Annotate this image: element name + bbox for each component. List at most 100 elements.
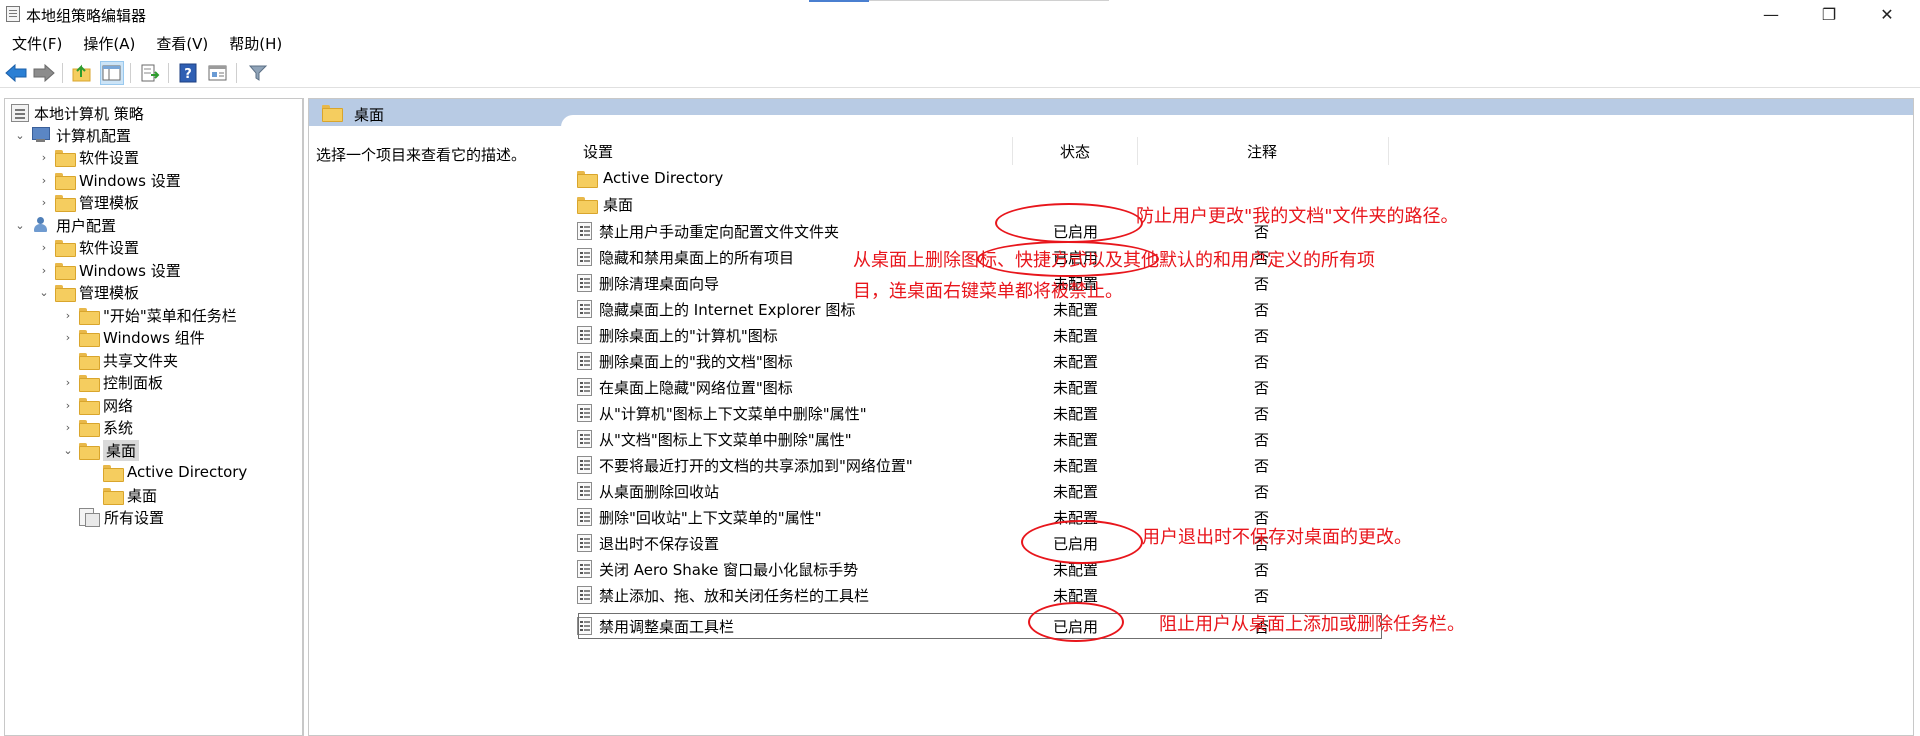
comment-cell: 否	[1254, 561, 1270, 579]
tree-item-shared-folders[interactable]: 共享文件夹	[61, 349, 178, 371]
comment-cell: 否	[1254, 457, 1270, 475]
chevron-right-icon[interactable]: ›	[61, 375, 75, 389]
menu-help[interactable]: 帮助(H)	[217, 30, 291, 54]
setting-name: 退出时不保存设置	[599, 534, 720, 553]
tree-item-windows-settings[interactable]: › Windows 设置	[37, 169, 181, 191]
setting-name: 从"计算机"图标上下文菜单中删除"属性"	[599, 404, 867, 423]
table-row[interactable]: 不要将最近打开的文档的共享添加到"网络位置"	[577, 452, 913, 478]
tree-item-label: Windows 组件	[103, 328, 205, 347]
menu-view[interactable]: 查看(V)	[144, 30, 217, 54]
list-item-folder[interactable]: Active Directory	[577, 165, 723, 191]
filter-button[interactable]	[246, 61, 270, 85]
table-row[interactable]: 删除桌面上的"我的文档"图标	[577, 348, 793, 374]
table-row[interactable]: 删除"回收站"上下文菜单的"属性"	[577, 504, 822, 530]
tree-item-label: 本地计算机 策略	[34, 104, 144, 123]
chevron-right-icon[interactable]: ›	[37, 173, 51, 187]
folder-icon	[322, 105, 343, 122]
close-button[interactable]: ✕	[1858, 0, 1916, 28]
back-button[interactable]	[4, 61, 28, 85]
column-divider[interactable]	[1388, 137, 1389, 165]
tree-item-label: "开始"菜单和任务栏	[103, 306, 237, 325]
table-row[interactable]: 隐藏和禁用桌面上的所有项目	[577, 244, 794, 270]
forward-icon	[33, 64, 55, 82]
maximize-button[interactable]: ❐	[1800, 0, 1858, 28]
tree-item-network[interactable]: › 网络	[61, 394, 133, 416]
table-row[interactable]: 从"计算机"图标上下文菜单中删除"属性"	[577, 400, 867, 426]
show-hide-tree-button[interactable]	[100, 61, 124, 85]
tree-item-user-config[interactable]: ⌄ 用户配置	[13, 214, 116, 236]
setting-name: 隐藏和禁用桌面上的所有项目	[599, 248, 795, 267]
column-divider[interactable]	[1137, 137, 1138, 165]
chevron-right-icon[interactable]: ›	[61, 330, 75, 344]
help-button[interactable]: ?	[176, 61, 200, 85]
state-cell: 未配置	[1053, 587, 1099, 605]
chevron-right-icon[interactable]: ›	[61, 420, 75, 434]
tree-item-label: Active Directory	[127, 463, 248, 481]
properties-button[interactable]	[206, 61, 230, 85]
comment-cell: 否	[1254, 405, 1270, 423]
tree-item-system[interactable]: › 系统	[61, 416, 133, 438]
description-text: 选择一个项目来查看它的描述。	[316, 146, 527, 164]
tree-item-label: 所有设置	[104, 508, 165, 527]
table-row[interactable]: 删除清理桌面向导	[577, 270, 719, 296]
details-tab-curve	[561, 115, 1913, 127]
chevron-right-icon[interactable]: ›	[61, 398, 75, 412]
chevron-right-icon[interactable]: ›	[37, 195, 51, 209]
table-row[interactable]: 在桌面上隐藏"网络位置"图标	[577, 374, 793, 400]
tree-item-label: Windows 设置	[79, 171, 181, 190]
tree-item-computer-config[interactable]: ⌄ 计算机配置	[13, 124, 131, 146]
chevron-down-icon[interactable]: ⌄	[13, 218, 27, 232]
table-row[interactable]: 从"文档"图标上下文菜单中删除"属性"	[577, 426, 852, 452]
column-header-comment[interactable]: 注释	[1247, 141, 1277, 162]
policy-setting-icon	[577, 456, 592, 474]
minimize-button[interactable]: —	[1742, 0, 1800, 28]
chevron-down-icon[interactable]: ⌄	[13, 128, 27, 142]
export-list-icon	[141, 64, 160, 82]
chevron-down-icon[interactable]: ⌄	[37, 285, 51, 299]
menu-file[interactable]: 文件(F)	[0, 30, 71, 54]
chevron-right-icon[interactable]: ›	[61, 308, 75, 322]
tree-item-local-computer-policy[interactable]: 本地计算机 策略	[11, 102, 144, 124]
column-header-state[interactable]: 状态	[1060, 141, 1090, 162]
setting-name: 禁止用户手动重定向配置文件文件夹	[599, 222, 840, 241]
tree-item-label: 系统	[103, 418, 134, 437]
policy-setting-icon	[577, 586, 592, 604]
tree-item-windows-settings[interactable]: › Windows 设置	[37, 259, 181, 281]
column-header-setting[interactable]: 设置	[583, 141, 613, 162]
tree-item-desktop[interactable]: ⌄ 桌面	[61, 439, 140, 461]
column-divider[interactable]	[1012, 137, 1013, 165]
tree-item-admin-templates[interactable]: › 管理模板	[37, 191, 139, 213]
table-row[interactable]: 退出时不保存设置	[577, 530, 719, 556]
tree-item-all-settings[interactable]: 所有设置	[61, 506, 164, 528]
show-hide-tree-icon	[102, 65, 121, 81]
forward-button[interactable]	[32, 61, 56, 85]
table-row[interactable]: 关闭 Aero Shake 窗口最小化鼠标手势	[577, 556, 858, 582]
state-cell: 未配置	[1053, 327, 1099, 345]
folder-icon	[55, 194, 76, 212]
up-folder-button[interactable]	[70, 61, 94, 85]
chevron-right-icon[interactable]: ›	[37, 150, 51, 164]
tree-item-start-menu-taskbar[interactable]: › "开始"菜单和任务栏	[61, 304, 237, 326]
chevron-right-icon[interactable]: ›	[37, 263, 51, 277]
tree-item-desktop-sub[interactable]: 桌面	[85, 484, 157, 506]
table-row[interactable]: 从桌面删除回收站	[577, 478, 719, 504]
tree-item-windows-components[interactable]: › Windows 组件	[61, 326, 205, 348]
tree-item-active-directory[interactable]: Active Directory	[85, 461, 247, 483]
tree-item-admin-templates[interactable]: ⌄ 管理模板	[37, 281, 139, 303]
user-icon	[31, 217, 51, 233]
tree-pane[interactable]: 本地计算机 策略 ⌄ 计算机配置 › 软件设置 › Windows 设置 › 管…	[4, 98, 304, 736]
tree-item-software-settings[interactable]: › 软件设置	[37, 146, 139, 168]
table-row[interactable]: 删除桌面上的"计算机"图标	[577, 322, 778, 348]
folder-icon	[79, 374, 100, 392]
table-row[interactable]: 隐藏桌面上的 Internet Explorer 图标	[577, 296, 855, 322]
tree-item-software-settings[interactable]: › 软件设置	[37, 236, 139, 258]
list-item-folder[interactable]: 桌面	[577, 191, 633, 217]
table-row[interactable]: 禁止用户手动重定向配置文件文件夹	[577, 218, 839, 244]
menu-action[interactable]: 操作(A)	[71, 30, 144, 54]
export-list-button[interactable]	[138, 61, 162, 85]
chevron-down-icon[interactable]: ⌄	[61, 443, 75, 457]
chevron-right-icon[interactable]: ›	[37, 240, 51, 254]
tree-item-control-panel[interactable]: › 控制面板	[61, 371, 163, 393]
table-row[interactable]: 禁止添加、拖、放和关闭任务栏的工具栏	[577, 582, 869, 608]
policy-setting-icon	[577, 326, 592, 344]
